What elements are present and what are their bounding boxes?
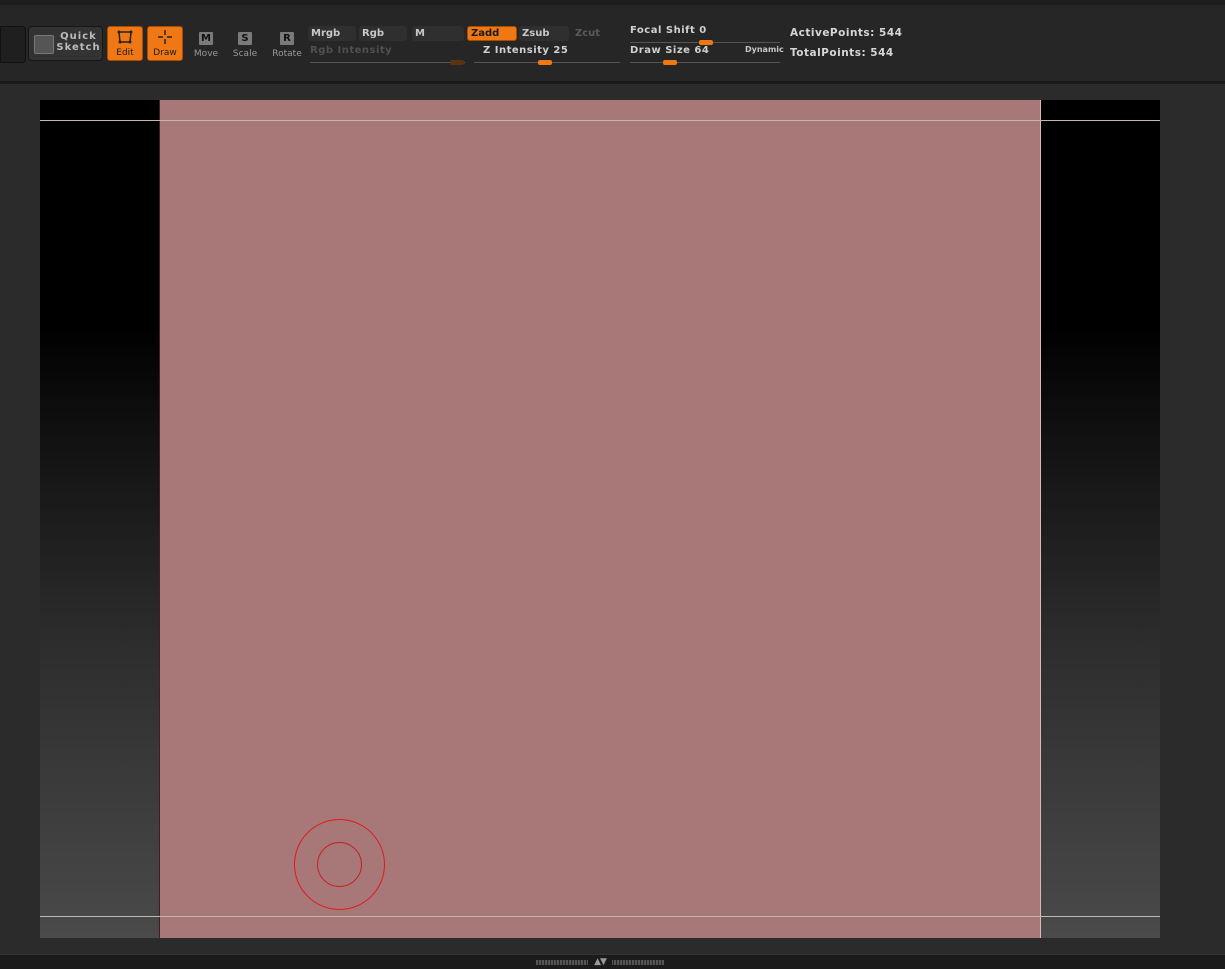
guide-line-bottom [40,916,1160,917]
slider-knob[interactable] [450,60,464,65]
focal-shift-label: Focal Shift 0 [630,25,707,36]
slider-knob[interactable] [663,60,677,65]
z-intensity-slider[interactable]: Z Intensity 25 [474,45,620,65]
zsub-button[interactable]: Zsub [519,26,569,41]
rotate-key: R [280,32,294,45]
rgb-intensity-label: Rgb Intensity [310,45,393,56]
focal-shift-value: 0 [699,25,707,36]
total-points-stat: TotalPoints: 544 [790,47,894,59]
edit-icon [108,29,142,49]
m-button[interactable]: M [412,26,464,41]
scale-key: S [238,32,252,45]
canvas-viewport[interactable] [40,100,1160,938]
quick-sketch-label: Quick Sketch [56,31,101,53]
draw-size-label: Draw Size 64 [630,45,710,56]
edit-button[interactable]: Edit [107,26,143,61]
top-toolbar [0,5,1225,82]
brush-cursor-inner-ring [317,842,362,887]
move-label: Move [193,49,219,59]
quick-sketch-icon [34,35,54,54]
expand-collapse-icon[interactable]: ▲▼ [588,956,612,968]
slider-track [310,62,465,63]
toolbar-divider [0,82,1225,84]
move-key: M [199,32,213,45]
draw-size-value: 64 [694,45,710,56]
scale-button[interactable]: S Scale [227,26,263,61]
active-points-value: 544 [879,27,903,39]
draw-icon [148,29,182,49]
active-points-stat: ActivePoints: 544 [790,27,903,39]
scale-label: Scale [232,49,258,59]
scale-icon: S [227,28,263,45]
mrgb-button[interactable]: Mrgb [308,26,356,41]
z-intensity-value: 25 [553,45,569,56]
document-canvas[interactable] [159,100,1041,938]
draw-button[interactable]: Draw [147,26,183,61]
quick-sketch-button[interactable]: Quick Sketch [28,26,103,61]
rotate-icon: R [268,28,306,45]
rgb-button[interactable]: Rgb [359,26,407,41]
slider-knob[interactable] [538,60,552,65]
zcut-button[interactable]: Zcut [572,26,620,41]
z-intensity-label: Z Intensity 25 [483,45,569,56]
left-panel-button[interactable] [0,26,26,63]
rotate-label: Rotate [272,49,302,59]
move-button[interactable]: M Move [188,26,224,61]
rotate-button[interactable]: R Rotate [268,26,306,61]
rgb-intensity-slider[interactable]: Rgb Intensity [310,45,465,65]
move-icon: M [188,28,224,45]
bottom-tray-bar: ▲▼ [0,954,1225,969]
dynamic-toggle[interactable]: Dynamic [745,45,784,54]
draw-label: Draw [153,48,177,58]
zadd-button[interactable]: Zadd [467,26,517,41]
total-points-value: 544 [870,47,894,59]
slider-track [630,62,780,63]
edit-label: Edit [116,48,134,58]
focal-shift-slider[interactable]: Focal Shift 0 [630,25,780,45]
guide-line-top [40,120,1160,121]
